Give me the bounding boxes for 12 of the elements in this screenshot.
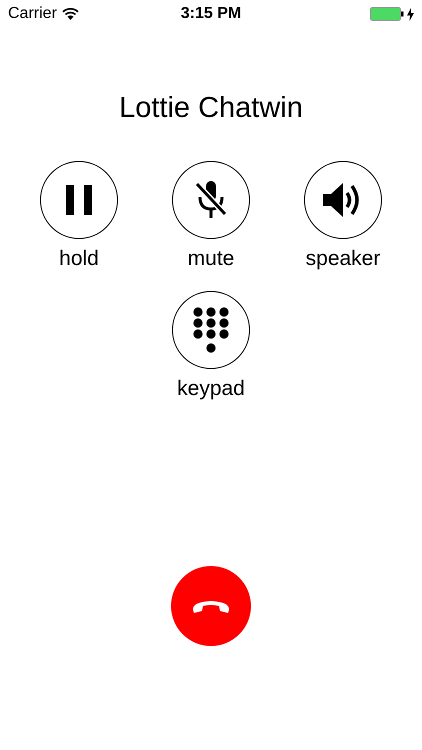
carrier-name: Carrier (8, 5, 57, 23)
caller-name: Lottie Chatwin (118, 92, 304, 125)
battery-icon (370, 7, 404, 21)
keypad-icon (193, 307, 229, 353)
crossed-microphone-icon (194, 181, 228, 219)
status-time: 3:15 PM (180, 5, 242, 23)
button-label: speaker (306, 247, 380, 271)
button-label: hold (59, 247, 99, 271)
button-label: mute (188, 247, 234, 271)
pause-icon (66, 185, 92, 215)
button-label: keypad (177, 377, 245, 401)
wifi-icon (62, 8, 79, 20)
